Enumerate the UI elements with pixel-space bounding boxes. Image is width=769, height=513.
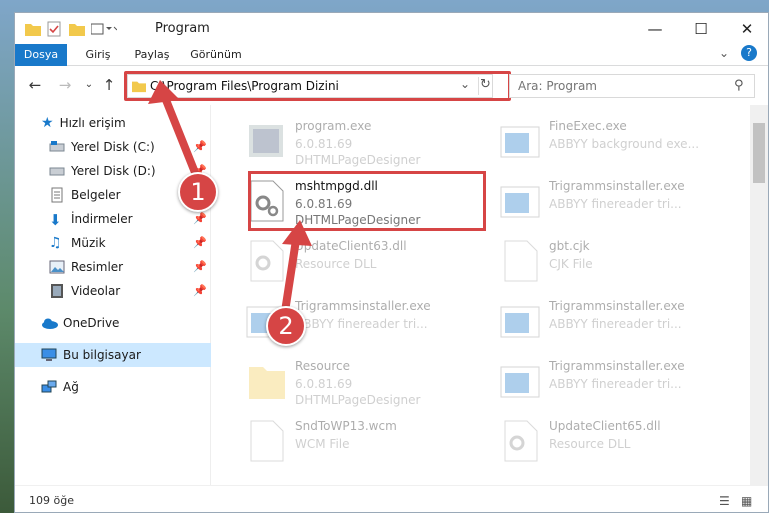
callout-badge-one: 1 xyxy=(178,172,218,212)
annotation-overlay xyxy=(148,80,312,322)
callout-badge-two: 2 xyxy=(266,306,306,346)
arrow-one-head xyxy=(148,80,180,104)
arrow-two-head xyxy=(282,220,312,246)
